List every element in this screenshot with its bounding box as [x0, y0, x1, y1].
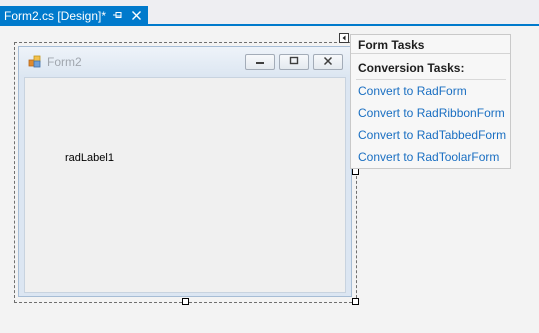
minimize-icon	[254, 53, 266, 71]
convert-to-radtabbedform-link[interactable]: Convert to RadTabbedForm	[358, 128, 506, 142]
resize-handle-right[interactable]	[352, 168, 359, 175]
maximize-icon	[288, 53, 300, 71]
resize-handle-bottom[interactable]	[182, 298, 189, 305]
form-close-button[interactable]	[313, 54, 343, 70]
convert-to-radribbonform-link[interactable]: Convert to RadRibbonForm	[358, 106, 505, 120]
form-icon	[28, 55, 42, 69]
form-title: Form2	[47, 55, 82, 69]
section-divider	[356, 79, 506, 80]
minimize-button[interactable]	[245, 54, 275, 70]
form-tasks-panel: Form Tasks Conversion Tasks: Convert to …	[350, 34, 511, 169]
convert-to-radform-link[interactable]: Convert to RadForm	[358, 84, 467, 98]
maximize-button[interactable]	[279, 54, 309, 70]
form-titlebar: Form2	[19, 47, 351, 75]
rad-label[interactable]: radLabel1	[65, 152, 114, 164]
pin-icon[interactable]	[112, 9, 124, 21]
form-tasks-title: Form Tasks	[351, 35, 510, 54]
close-icon[interactable]	[131, 10, 142, 21]
conversion-tasks-heading: Conversion Tasks:	[358, 61, 465, 75]
resize-handle-bottom-right[interactable]	[352, 298, 359, 305]
document-tab-strip: Form2.cs [Design]*	[0, 0, 539, 26]
document-tab-title: Form2.cs [Design]*	[4, 9, 107, 23]
convert-to-radtoolarform-link[interactable]: Convert to RadToolarForm	[358, 150, 499, 164]
designer-surface[interactable]: Form2 radLabel1 Form Tasks Conversion Ta…	[0, 26, 539, 333]
form-client-area[interactable]: radLabel1	[24, 77, 346, 293]
close-x-icon	[322, 53, 334, 71]
document-tab-form2-design[interactable]: Form2.cs [Design]*	[0, 6, 148, 26]
smart-tag-button[interactable]	[339, 33, 349, 43]
form2-window[interactable]: Form2 radLabel1	[18, 46, 352, 297]
ide-window: Form2.cs [Design]* Form2 radLabel1 Form …	[0, 0, 539, 333]
